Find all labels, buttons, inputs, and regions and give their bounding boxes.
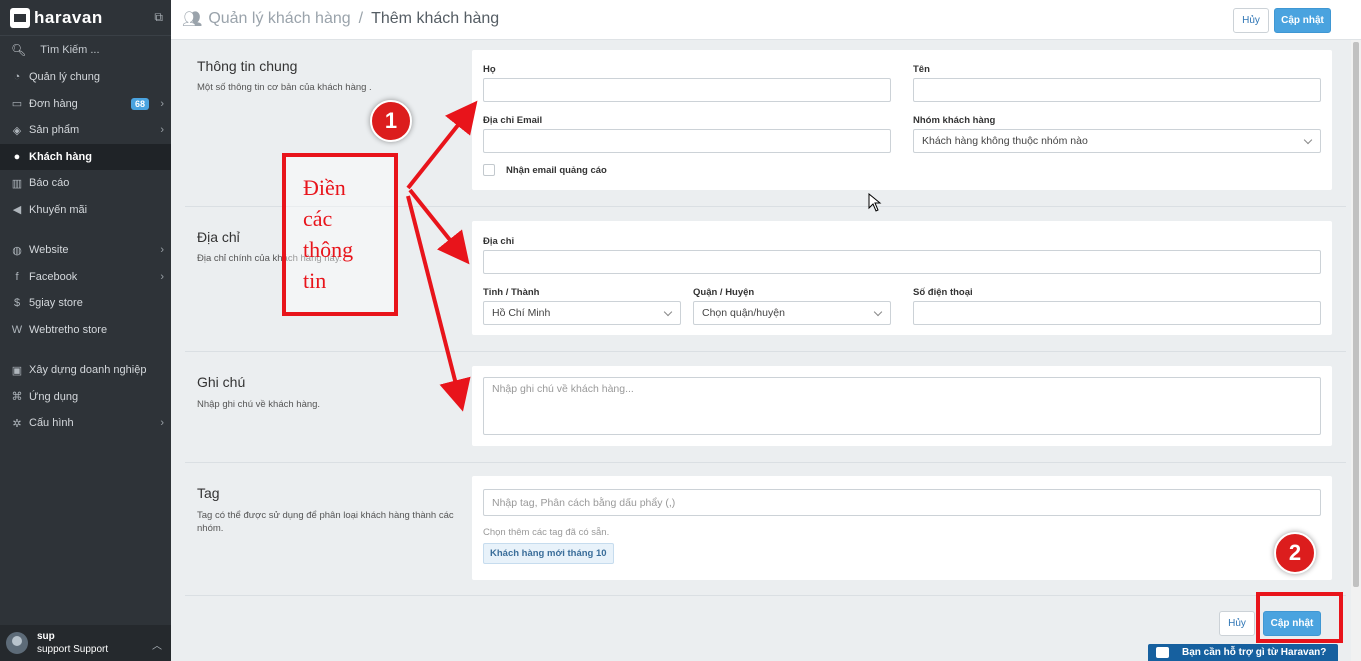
support-chat-label: Bạn cần hỗ trợ gì từ Haravan?	[1182, 647, 1327, 658]
arrow-to-general-info	[406, 100, 478, 190]
arrow-to-notes	[406, 195, 471, 412]
support-chat-widget[interactable]: Bạn cần hỗ trợ gì từ Haravan?	[1148, 644, 1338, 661]
arrow-to-address	[408, 188, 470, 265]
annotation-arrows	[406, 100, 478, 412]
chat-bubble-icon	[1156, 647, 1169, 658]
mouse-cursor-icon	[868, 193, 882, 212]
